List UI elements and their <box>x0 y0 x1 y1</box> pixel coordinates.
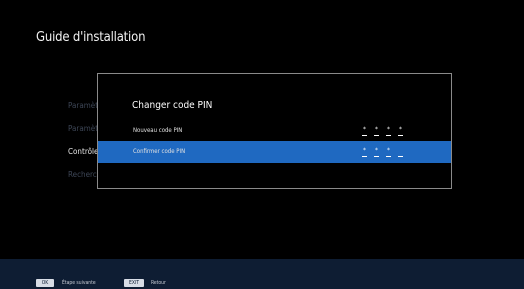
confirm-pin-label: Confirmer code PIN <box>133 148 186 155</box>
tv-screen: Guide d'installation Paramèt Paramèt Con… <box>0 0 524 289</box>
new-pin-label: Nouveau code PIN <box>133 127 183 134</box>
footer-bar: OK Étape suivante EXIT Retour <box>0 259 524 289</box>
confirm-pin-digit-2: * <box>374 147 379 157</box>
exit-key-badge[interactable]: EXIT <box>124 279 144 287</box>
new-pin-digit-4: * <box>398 126 403 136</box>
confirm-pin-digit-3: * <box>386 147 391 157</box>
new-pin-row[interactable]: Nouveau code PIN * * * * <box>98 120 451 142</box>
dialog-title: Changer code PIN <box>132 100 213 111</box>
confirm-pin-digit-1: * <box>362 147 367 157</box>
confirm-pin-field[interactable]: * * * <box>362 141 403 163</box>
ok-key-badge[interactable]: OK <box>36 279 54 287</box>
confirm-pin-digit-4 <box>398 147 403 157</box>
new-pin-digit-2: * <box>374 126 379 136</box>
new-pin-digit-3: * <box>386 126 391 136</box>
confirm-pin-row[interactable]: Confirmer code PIN * * * <box>98 141 451 163</box>
change-pin-dialog: Changer code PIN Nouveau code PIN * * * … <box>97 73 452 189</box>
page-title: Guide d'installation <box>36 30 146 45</box>
new-pin-field[interactable]: * * * * <box>362 120 403 142</box>
new-pin-digit-1: * <box>362 126 367 136</box>
exit-key-label: Retour <box>151 280 166 286</box>
ok-key-label: Étape suivante <box>62 280 96 286</box>
